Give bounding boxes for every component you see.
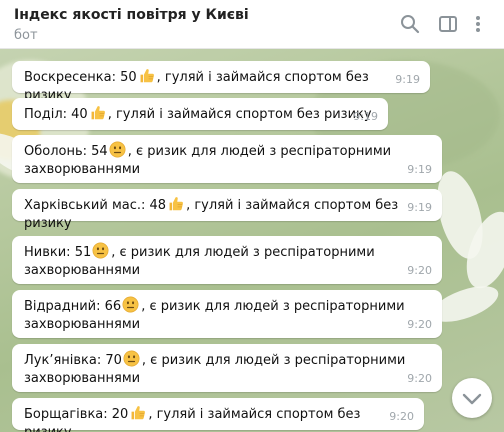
thumbs-up-emoji: [167, 195, 184, 212]
chevron-down-icon: [462, 393, 482, 405]
message-text-rest: , є ризик для людей з респіраторними: [127, 144, 392, 159]
message-time: 9:20: [407, 372, 432, 385]
message-bubble[interactable]: Нивки: 51 , є ризик для людей з респірато…: [12, 236, 442, 284]
message-text: Поділ: 40: [24, 107, 88, 122]
message-text-rest: , є ризик для людей з респіраторними: [141, 299, 405, 314]
message-text-rest: , гуляй і займайся спортом без ризику: [107, 107, 372, 122]
message-text: Борщагівка: 20: [24, 407, 129, 422]
chat-title[interactable]: Індекс якості повітря у Києві: [14, 7, 249, 23]
message-text-rest-line2: захворюваннями: [24, 263, 141, 278]
message-text: Харківський мас.: 48: [24, 198, 167, 213]
message-time: 9:20: [407, 318, 432, 331]
message-bubble[interactable]: Відрадний: 66 , є ризик для людей з респі…: [12, 290, 442, 338]
message-text-rest: , є ризик для людей з респіраторними: [111, 245, 375, 260]
message-time: 9:19: [353, 110, 378, 123]
message-time: 9:20: [389, 410, 414, 423]
message-text-rest-line2: захворюваннями: [24, 162, 141, 177]
chat-subtitle: бот: [14, 28, 38, 43]
message-bubble[interactable]: Оболонь: 54 , є ризик для людей з респіра…: [12, 135, 442, 183]
chat-header: Індекс якості повітря у Києві бот: [0, 0, 504, 49]
sidebar-toggle-icon[interactable]: [438, 14, 458, 34]
message-list[interactable]: Воскресенка: 50 , гуляй і займайся спорто…: [0, 48, 504, 432]
message-bubble[interactable]: Поділ: 40 , гуляй і займайся спортом без …: [12, 98, 388, 130]
message-text-rest-line2: захворюваннями: [24, 317, 141, 332]
message-bubble[interactable]: Лук’янівка: 70 , є ризик для людей з респ…: [12, 344, 442, 392]
search-icon[interactable]: [400, 14, 420, 34]
message-time: 9:19: [407, 163, 432, 176]
message-text: Оболонь: 54: [24, 144, 108, 159]
neutral-face-emoji: [92, 242, 109, 259]
scroll-to-bottom-button[interactable]: [452, 378, 492, 418]
message-text-rest-line2: захворюваннями: [24, 371, 141, 386]
message-time: 9:20: [407, 264, 432, 277]
more-vertical-icon[interactable]: [472, 14, 484, 34]
message-time: 9:19: [407, 201, 432, 214]
message-text-rest: , є ризик для людей з респіраторними: [141, 353, 406, 368]
thumbs-up-emoji: [89, 104, 106, 121]
message-text: Воскресенка: 50: [24, 70, 137, 85]
neutral-face-emoji: [123, 350, 140, 367]
message-time: 9:19: [395, 73, 420, 86]
message-bubble[interactable]: Харківський мас.: 48, гуляй і займайся с…: [12, 189, 442, 231]
thumbs-up-emoji: [129, 404, 146, 421]
message-text: Нивки: 51: [24, 245, 92, 260]
neutral-face-emoji: [109, 141, 126, 158]
message-text: Відрадний: 66: [24, 299, 122, 314]
message-bubble[interactable]: Воскресенка: 50, гуляй і займайся спорто…: [12, 61, 430, 103]
thumbs-up-emoji: [138, 67, 155, 84]
message-bubble[interactable]: Борщагівка: 20, гуляй і займайся спортом…: [12, 398, 424, 432]
message-text: Лук’янівка: 70: [24, 353, 122, 368]
neutral-face-emoji: [122, 296, 139, 313]
